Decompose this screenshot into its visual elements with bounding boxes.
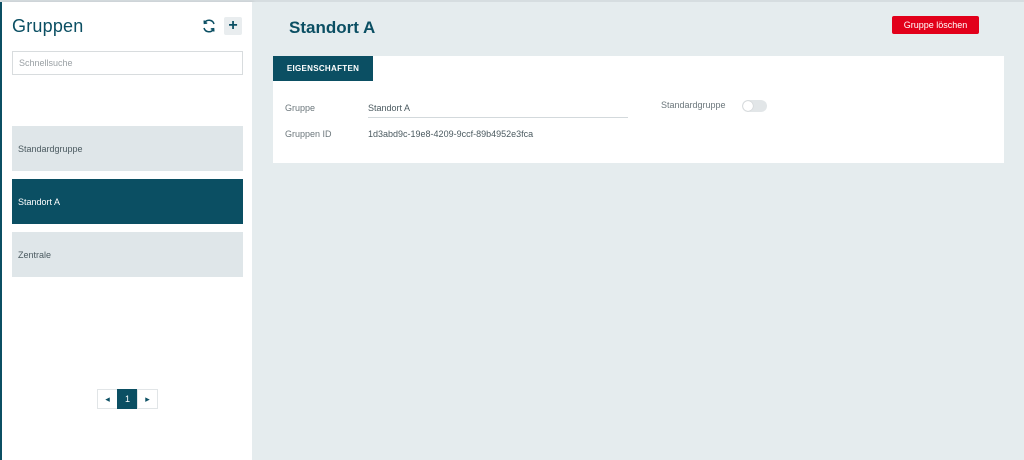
default-group-label: Standardgruppe [661,100,726,110]
main-panel: Standort A Gruppe löschen Gruppe Standor… [252,2,1024,460]
page-1-button[interactable]: 1 [117,389,138,409]
pagination: ◂ 1 ▸ [97,389,158,409]
group-item-standardgruppe[interactable]: Standardgruppe [12,126,243,171]
group-item-standort-a[interactable]: Standort A [12,179,243,224]
delete-group-button[interactable]: Gruppe löschen [892,16,979,34]
next-page-button[interactable]: ▸ [137,389,158,409]
group-list: Standardgruppe Standort A Zentrale [12,126,243,285]
add-group-button[interactable]: + [224,17,242,35]
page-title: Standort A [289,18,376,37]
group-name-field[interactable]: Standort A [368,103,410,113]
group-label: Gruppe [285,103,316,113]
sidebar-title: Gruppen [12,16,84,36]
properties-card: Gruppe Standort A Gruppen ID 1d3abd9c-19… [273,56,1004,163]
prev-page-button[interactable]: ◂ [97,389,118,409]
caret-right-icon: ▸ [145,393,150,404]
group-item-label: Standort A [18,196,61,207]
caret-left-icon: ◂ [105,393,110,404]
group-item-label: Standardgruppe [18,143,83,154]
group-id-value: 1d3abd9c-19e8-4209-9ccf-89b4952e3fca [368,129,534,139]
plus-icon: + [228,17,238,34]
group-item-zentrale[interactable]: Zentrale [12,232,243,277]
group-item-label: Zentrale [18,249,52,260]
group-name-underline [368,117,628,118]
refresh-icon[interactable] [201,18,217,34]
toggle-knob [743,101,753,111]
tab-eigenschaften[interactable]: EIGENSCHAFTEN [273,56,373,81]
app-window: Gruppen + Standardgruppe Standort A Zent… [0,0,1024,460]
sidebar: Gruppen + Standardgruppe Standort A Zent… [0,2,252,460]
search-input[interactable] [12,51,243,75]
group-id-label: Gruppen ID [285,129,332,139]
default-group-toggle[interactable] [742,100,767,112]
